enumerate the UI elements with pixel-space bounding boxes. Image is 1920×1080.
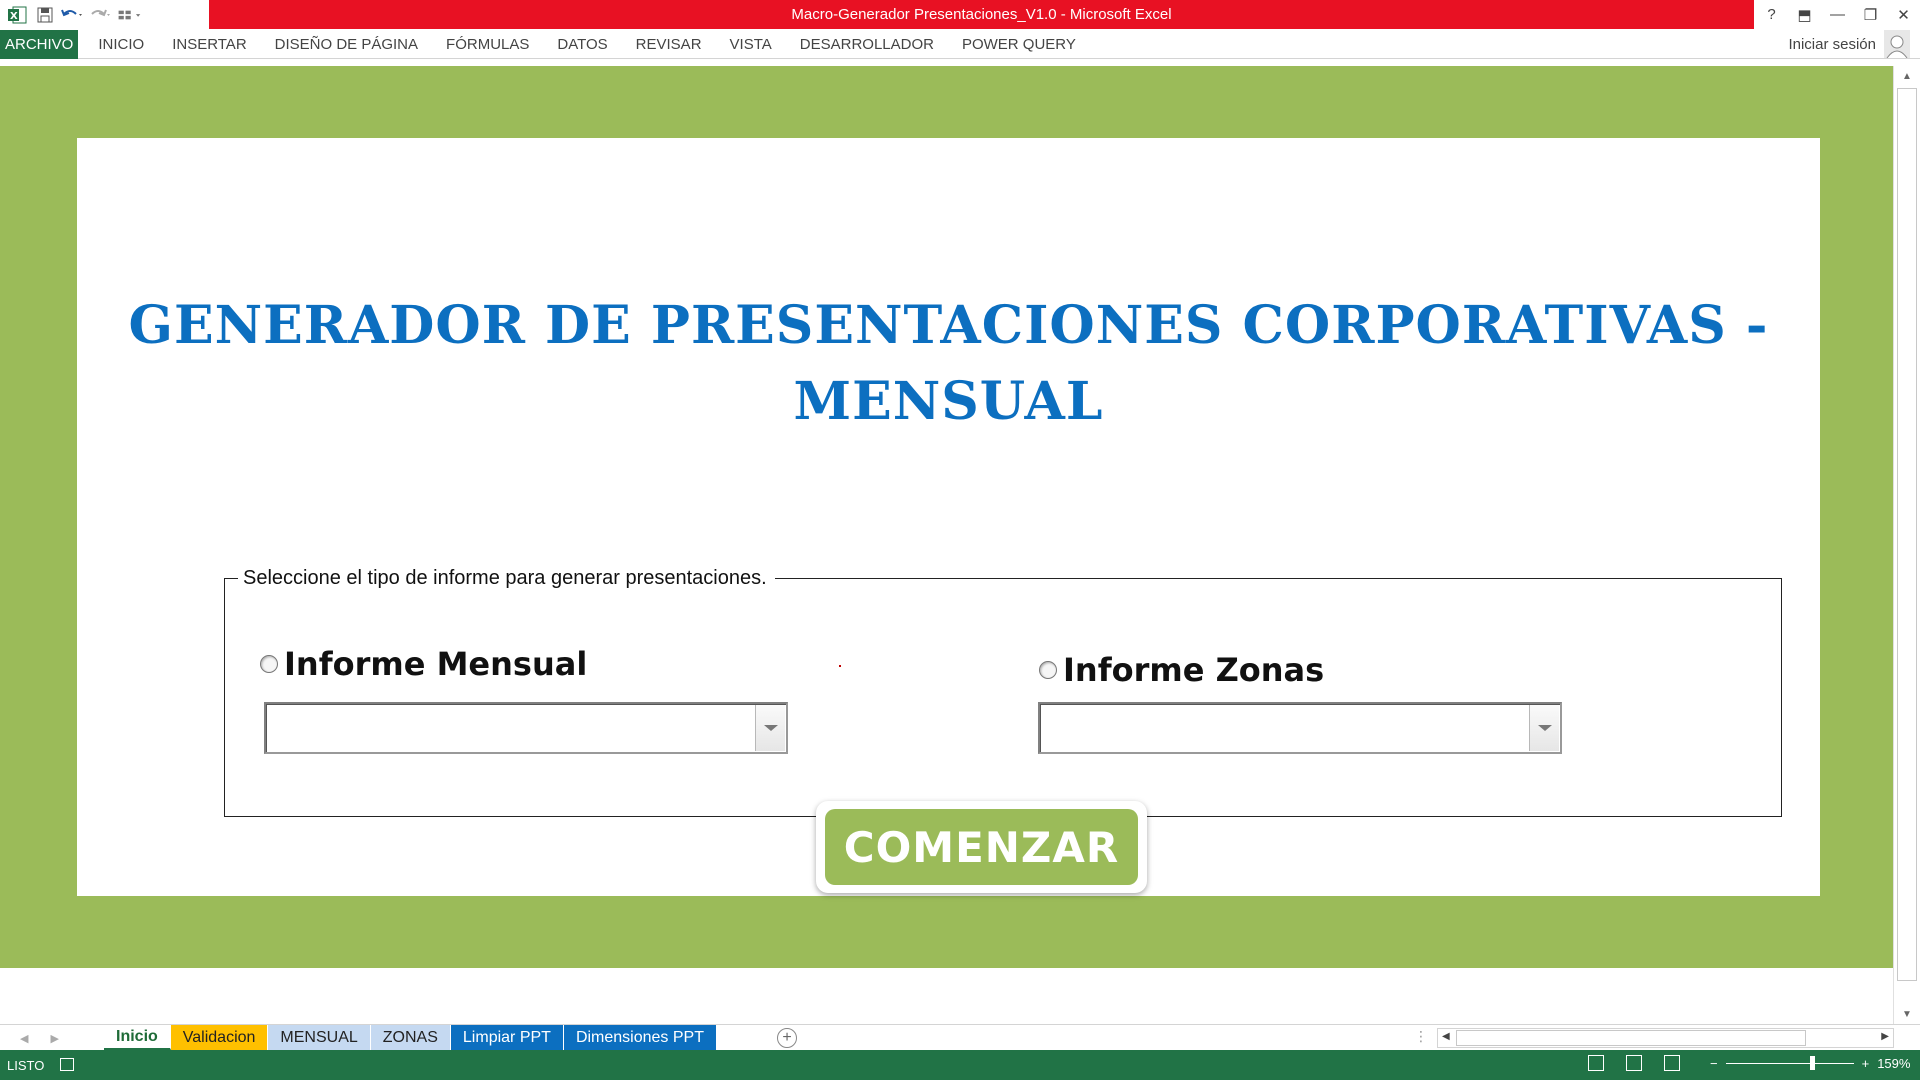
tab-datos[interactable]: DATOS xyxy=(543,29,621,59)
sheet-tab-strip: Inicio Validacion MENSUAL ZONAS Limpiar PPT D… xyxy=(104,1025,717,1050)
view-buttons xyxy=(1588,1055,1680,1071)
sign-in-label[interactable]: Iniciar sesión xyxy=(1788,36,1876,53)
help-icon[interactable]: ? xyxy=(1755,0,1788,29)
start-button-frame[interactable]: COMENZAR xyxy=(816,801,1147,893)
undo-icon[interactable] xyxy=(60,2,86,28)
dashboard-panel: GENERADOR DE PRESENTACIONES CORPORATIVAS… xyxy=(77,138,1820,896)
title-bar: X Macro-Generador Presentaciones_V1.0 - … xyxy=(0,0,1920,29)
ribbon-tab-bar: ARCHIVO INICIO INSERTAR DISEÑO DE PÁGINA… xyxy=(0,29,1920,59)
option-informe-mensual[interactable]: Informe Mensual xyxy=(260,645,587,683)
sheet-tab-zonas[interactable]: ZONAS xyxy=(370,1025,451,1050)
sheet-tab-inicio[interactable]: Inicio xyxy=(104,1025,171,1050)
tab-revisar[interactable]: REVISAR xyxy=(622,29,716,59)
ribbon-display-options-icon[interactable]: ⬒ xyxy=(1788,0,1821,29)
scroll-up-icon[interactable]: ▲ xyxy=(1894,66,1920,86)
redo-icon[interactable] xyxy=(88,2,114,28)
window-title: Macro-Generador Presentaciones_V1.0 - Mi… xyxy=(791,6,1172,23)
split-handle-icon[interactable]: ⋮ xyxy=(1414,1028,1428,1045)
option-informe-zonas-label[interactable]: Informe Zonas xyxy=(1063,651,1324,689)
chevron-down-icon xyxy=(763,725,778,731)
zoom-in-icon[interactable]: + xyxy=(1862,1056,1870,1071)
scroll-left-icon[interactable]: ◀ xyxy=(1442,1031,1450,1042)
close-icon[interactable]: ✕ xyxy=(1887,0,1920,29)
combo-informe-zonas-dropdown[interactable] xyxy=(1529,705,1559,751)
tab-vista[interactable]: VISTA xyxy=(716,29,786,59)
window-controls: ? ⬒ — ❐ ✕ xyxy=(1755,0,1920,29)
page-title-line-2: MENSUAL xyxy=(793,371,1104,432)
sheet-nav: ◀ ▶ xyxy=(20,1025,59,1051)
combo-informe-zonas[interactable] xyxy=(1038,702,1562,754)
user-avatar-icon[interactable] xyxy=(1884,30,1910,58)
tab-diseno-de-pagina[interactable]: DISEÑO DE PÁGINA xyxy=(261,29,432,59)
macro-recording-icon[interactable] xyxy=(60,1058,74,1071)
sheet-tab-mensual[interactable]: MENSUAL xyxy=(268,1025,371,1050)
quick-access-toolbar: X xyxy=(0,0,142,29)
vertical-scrollbar[interactable]: ▲ ▼ xyxy=(1893,66,1920,1024)
horizontal-scrollbar[interactable]: ◀ ▶ xyxy=(1437,1028,1894,1048)
title-area: Macro-Generador Presentaciones_V1.0 - Mi… xyxy=(209,0,1754,29)
start-button[interactable]: COMENZAR xyxy=(825,809,1138,885)
page-layout-view-icon[interactable] xyxy=(1626,1055,1642,1071)
green-background-band: GENERADOR DE PRESENTACIONES CORPORATIVAS… xyxy=(0,66,1893,968)
minimize-icon[interactable]: — xyxy=(1821,0,1854,29)
page-break-view-icon[interactable] xyxy=(1664,1055,1680,1071)
sheet-prev-icon[interactable]: ◀ xyxy=(20,1032,28,1045)
zoom-slider[interactable] xyxy=(1725,1056,1854,1070)
sheet-next-icon[interactable]: ▶ xyxy=(50,1032,58,1045)
sheet-tab-validacion[interactable]: Validacion xyxy=(170,1025,269,1050)
sheet-tab-limpiar-ppt[interactable]: Limpiar PPT xyxy=(450,1025,564,1050)
zoom-out-icon[interactable]: − xyxy=(1710,1056,1718,1071)
svg-text:X: X xyxy=(10,11,18,22)
option-informe-zonas[interactable]: Informe Zonas xyxy=(1039,651,1324,689)
report-type-group-label: Seleccione el tipo de informe para gener… xyxy=(238,567,775,590)
sheet-tab-bar: ◀ ▶ Inicio Validacion MENSUAL ZONAS Limpiar … xyxy=(0,1024,1920,1050)
add-sheet-icon[interactable]: + xyxy=(777,1028,797,1048)
tab-archivo[interactable]: ARCHIVO xyxy=(0,29,79,59)
scroll-right-icon[interactable]: ▶ xyxy=(1881,1031,1889,1042)
page-title: GENERADOR DE PRESENTACIONES CORPORATIVAS… xyxy=(77,288,1820,440)
save-icon[interactable] xyxy=(32,2,58,28)
combo-informe-mensual-dropdown[interactable] xyxy=(755,705,785,751)
scroll-down-icon[interactable]: ▼ xyxy=(1894,1004,1920,1024)
radio-informe-mensual[interactable] xyxy=(260,655,278,673)
zoom-level[interactable]: 159% xyxy=(1877,1056,1910,1071)
combo-informe-mensual[interactable] xyxy=(264,702,788,754)
stray-cell-marker xyxy=(839,665,841,667)
customize-qat-icon[interactable] xyxy=(116,2,142,28)
tab-insertar[interactable]: INSERTAR xyxy=(158,29,260,59)
tab-power-query[interactable]: POWER QUERY xyxy=(948,29,1090,59)
horizontal-scroll-thumb[interactable] xyxy=(1456,1030,1806,1046)
report-type-group: Seleccione el tipo de informe para gener… xyxy=(224,567,1782,817)
option-informe-mensual-label[interactable]: Informe Mensual xyxy=(284,645,587,683)
status-bar: LISTO − + 159% xyxy=(0,1050,1920,1080)
status-ready: LISTO xyxy=(7,1058,45,1073)
chevron-down-icon xyxy=(1537,725,1552,731)
zoom-slider-knob[interactable] xyxy=(1809,1056,1815,1070)
vertical-scroll-thumb[interactable] xyxy=(1897,88,1917,981)
tab-inicio[interactable]: INICIO xyxy=(84,29,158,59)
tab-formulas[interactable]: FÓRMULAS xyxy=(432,29,543,59)
page-title-line-1: GENERADOR DE PRESENTACIONES CORPORATIVAS… xyxy=(128,295,1769,356)
worksheet-area[interactable]: GENERADOR DE PRESENTACIONES CORPORATIVAS… xyxy=(0,66,1893,1024)
normal-view-icon[interactable] xyxy=(1588,1055,1604,1071)
restore-icon[interactable]: ❐ xyxy=(1854,0,1887,29)
tab-desarrollador[interactable]: DESARROLLADOR xyxy=(786,29,948,59)
excel-logo-icon[interactable]: X xyxy=(4,2,30,28)
sheet-tab-dimensiones-ppt[interactable]: Dimensiones PPT xyxy=(563,1025,717,1050)
radio-informe-zonas[interactable] xyxy=(1039,661,1057,679)
sign-in[interactable]: Iniciar sesión xyxy=(1788,29,1910,59)
zoom-control: − + 159% xyxy=(1710,1056,1910,1071)
